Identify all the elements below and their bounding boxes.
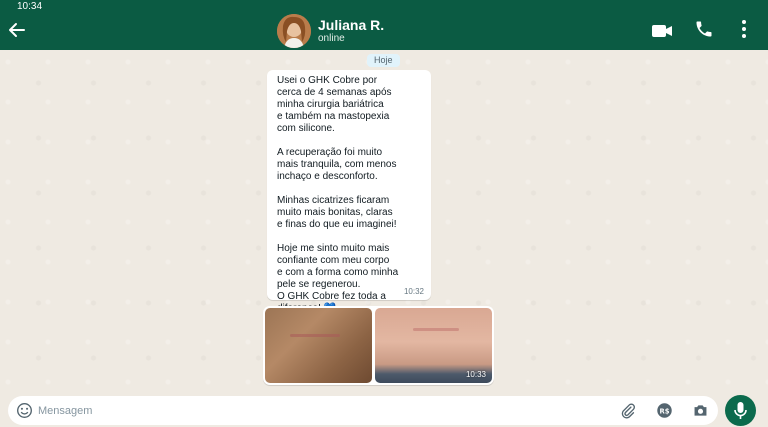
chat-area[interactable]: Hoje Usei o GHK Cobre por cerca de 4 sem…	[0, 50, 768, 394]
camera-icon[interactable]	[692, 402, 709, 424]
scar-photo-before[interactable]	[265, 308, 372, 383]
message-text: Usei o GHK Cobre por cerca de 4 semanas …	[277, 75, 399, 314]
contact-name[interactable]: Juliana R.	[318, 17, 384, 33]
scar-photo-after[interactable]: 10:33	[375, 308, 492, 383]
microphone-button[interactable]	[725, 395, 756, 426]
status-bar: 10:34	[0, 0, 768, 14]
message-time: 10:32	[403, 287, 424, 296]
date-chip: Hoje	[367, 54, 400, 67]
microphone-icon	[734, 402, 747, 419]
contact-status: online	[318, 33, 345, 44]
video-call-icon[interactable]	[651, 23, 673, 44]
message-input-box[interactable]: R$	[8, 396, 718, 425]
avatar[interactable]	[277, 14, 311, 48]
emoji-icon[interactable]	[16, 402, 33, 424]
message-input[interactable]	[38, 402, 598, 419]
incoming-message-bubble[interactable]: Usei o GHK Cobre por cerca de 4 semanas …	[267, 70, 431, 314]
photo-message-bubble[interactable]: 10:33	[263, 306, 494, 385]
back-arrow-icon[interactable]	[7, 20, 27, 40]
paperclip-icon[interactable]	[619, 402, 636, 424]
more-vert-icon[interactable]	[739, 18, 749, 45]
scar-line	[290, 334, 340, 337]
status-time: 10:34	[17, 1, 43, 12]
scar-line	[413, 328, 459, 331]
payment-icon[interactable]: R$	[656, 402, 673, 424]
chat-header: Juliana R. online	[0, 14, 768, 50]
photo-time: 10:33	[465, 370, 486, 379]
svg-text:R$: R$	[660, 407, 670, 415]
phone-icon[interactable]	[694, 19, 714, 44]
input-bar: R$	[0, 394, 768, 427]
